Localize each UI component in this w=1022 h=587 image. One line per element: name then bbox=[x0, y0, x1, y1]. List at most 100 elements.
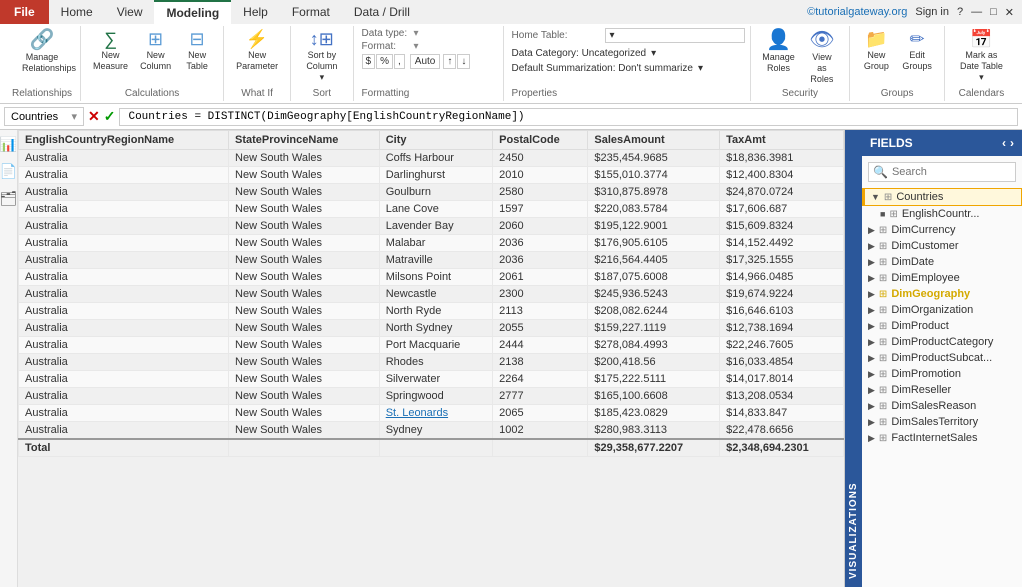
format-dropdown[interactable]: ▾ bbox=[414, 41, 419, 52]
percent-button[interactable]: % bbox=[376, 54, 393, 69]
visualizations-tab[interactable]: VISUALIZATIONS bbox=[845, 130, 862, 587]
field-item[interactable]: ▶⊞DimProductCategory bbox=[862, 334, 1022, 350]
table-cell: Australia bbox=[19, 201, 229, 218]
field-item[interactable]: ▶⊞FactInternetSales bbox=[862, 430, 1022, 446]
new-group-label: NewGroup bbox=[864, 50, 889, 72]
total-sales: $29,358,677.2207 bbox=[588, 439, 720, 457]
increase-decimals-button[interactable]: ↑ bbox=[443, 54, 456, 69]
comma-button[interactable]: , bbox=[394, 54, 405, 69]
field-expand-arrow: ▶ bbox=[868, 321, 875, 332]
field-table-icon: ⊞ bbox=[889, 209, 897, 220]
table-cell: St. Leonards bbox=[379, 405, 492, 422]
data-type-label: Data type: bbox=[362, 28, 412, 39]
table-area: EnglishCountryRegionName StateProvinceNa… bbox=[18, 130, 844, 587]
home-table-dropdown[interactable]: ▾ bbox=[605, 28, 745, 43]
field-item[interactable]: ▶⊞DimProduct bbox=[862, 318, 1022, 334]
search-box[interactable]: 🔍 bbox=[868, 162, 1016, 182]
field-item[interactable]: ▶⊞DimProductSubcat... bbox=[862, 350, 1022, 366]
table-row: AustraliaNew South WalesMilsons Point206… bbox=[19, 269, 844, 286]
field-item[interactable]: ▶⊞DimGeography bbox=[862, 286, 1022, 302]
window-restore[interactable]: □ bbox=[990, 6, 997, 18]
fields-arrow-right[interactable]: › bbox=[1010, 136, 1014, 150]
field-item[interactable]: ▼⊞Countries bbox=[862, 188, 1022, 206]
field-item-name: DimOrganization bbox=[891, 304, 973, 316]
formula-cancel-icon[interactable]: ✕ bbox=[88, 108, 100, 125]
field-item[interactable]: ▶⊞DimSalesTerritory bbox=[862, 414, 1022, 430]
edit-groups-button[interactable]: ✏ EditGroups bbox=[898, 28, 936, 74]
new-column-button[interactable]: ⊞ NewColumn bbox=[136, 28, 175, 74]
field-item[interactable]: ■⊞EnglishCountr... bbox=[862, 206, 1022, 222]
currency-button[interactable]: $ bbox=[362, 54, 376, 69]
field-item-name: DimPromotion bbox=[891, 368, 961, 380]
field-item[interactable]: ▶⊞DimCurrency bbox=[862, 222, 1022, 238]
report-view-icon[interactable]: 📄 bbox=[0, 161, 19, 182]
field-item[interactable]: ▶⊞DimOrganization bbox=[862, 302, 1022, 318]
field-item[interactable]: ▶⊞DimDate bbox=[862, 254, 1022, 270]
table-cell: $165,100.6608 bbox=[588, 388, 720, 405]
data-table: EnglishCountryRegionName StateProvinceNa… bbox=[18, 130, 844, 457]
fields-arrow-left[interactable]: ‹ bbox=[1002, 136, 1006, 150]
table-scroll[interactable]: EnglishCountryRegionName StateProvinceNa… bbox=[18, 130, 844, 587]
table-cell: Rhodes bbox=[379, 354, 492, 371]
field-item[interactable]: ▶⊞DimPromotion bbox=[862, 366, 1022, 382]
help-icon[interactable]: ? bbox=[957, 6, 963, 18]
sign-in-button[interactable]: Sign in bbox=[915, 6, 949, 18]
home-tab[interactable]: Home bbox=[49, 0, 105, 24]
format-tab[interactable]: Format bbox=[280, 0, 342, 24]
field-table-icon: ⊞ bbox=[879, 273, 887, 284]
file-tab[interactable]: File bbox=[0, 0, 49, 24]
view-tab[interactable]: View bbox=[105, 0, 155, 24]
sort-by-column-button[interactable]: ↕⊞ Sort byColumn ▾ bbox=[299, 28, 344, 84]
field-item-name: DimCurrency bbox=[891, 224, 955, 236]
formula-input[interactable]: Countries = DISTINCT(DimGeography[Englis… bbox=[119, 108, 1018, 126]
data-drill-tab[interactable]: Data / Drill bbox=[342, 0, 422, 24]
app-container: File Home View Modeling Help Format Data… bbox=[0, 0, 1022, 587]
summarization-arrow[interactable]: ▾ bbox=[698, 63, 703, 74]
total-empty-city bbox=[379, 439, 492, 457]
table-cell: New South Wales bbox=[229, 184, 380, 201]
window-minimize[interactable]: — bbox=[971, 6, 982, 18]
field-item[interactable]: ▶⊞DimSalesReason bbox=[862, 398, 1022, 414]
sort-group: ↕⊞ Sort byColumn ▾ Sort bbox=[291, 26, 353, 101]
view-as-roles-button[interactable]: 👁 View asRoles bbox=[803, 28, 842, 86]
mark-as-date-table-button[interactable]: 📅 Mark asDate Table ▾ bbox=[953, 28, 1010, 84]
data-category-arrow[interactable]: ▾ bbox=[651, 48, 656, 59]
new-measure-button[interactable]: ∑ NewMeasure bbox=[89, 28, 132, 74]
field-item[interactable]: ▶⊞DimReseller bbox=[862, 382, 1022, 398]
table-cell: $22,478.6656 bbox=[720, 422, 844, 440]
modeling-tab[interactable]: Modeling bbox=[154, 0, 231, 24]
formula-confirm-icon[interactable]: ✓ bbox=[104, 108, 116, 125]
table-cell: New South Wales bbox=[229, 388, 380, 405]
auto-selector[interactable]: Auto bbox=[410, 54, 441, 69]
table-cell: Matraville bbox=[379, 252, 492, 269]
data-type-dropdown[interactable]: ▾ bbox=[414, 28, 419, 39]
model-view-icon[interactable]: 🗂 bbox=[0, 188, 19, 209]
summarization-label: Default Summarization: Don't summarize bbox=[512, 63, 693, 74]
properties-controls: Home Table: ▾ Data Category: Uncategoriz… bbox=[512, 28, 745, 74]
data-view-icon[interactable]: 📊 bbox=[0, 134, 19, 155]
search-input[interactable] bbox=[892, 166, 1011, 178]
col-header-city: City bbox=[379, 131, 492, 150]
field-item-name: DimCustomer bbox=[891, 240, 958, 252]
decrease-decimals-button[interactable]: ↓ bbox=[457, 54, 470, 69]
table-cell: 2580 bbox=[493, 184, 588, 201]
field-expand-arrow: ▶ bbox=[868, 401, 875, 412]
new-group-button[interactable]: 📁 NewGroup bbox=[858, 28, 894, 74]
table-cell: New South Wales bbox=[229, 337, 380, 354]
fields-title: FIELDS bbox=[870, 136, 913, 150]
table-cell: $235,454.9685 bbox=[588, 150, 720, 167]
auto-dropdown[interactable]: Auto bbox=[410, 54, 441, 69]
help-tab[interactable]: Help bbox=[231, 0, 280, 24]
calculations-items: ∑ NewMeasure ⊞ NewColumn ⊟ NewTable bbox=[89, 28, 215, 86]
new-table-button[interactable]: ⊟ NewTable bbox=[179, 28, 215, 74]
manage-roles-button[interactable]: 👤 ManageRoles bbox=[759, 28, 799, 76]
table-selector[interactable]: Countries ▾ bbox=[4, 107, 84, 126]
new-parameter-button[interactable]: ⚡ NewParameter bbox=[232, 28, 282, 74]
view-as-roles-label: View asRoles bbox=[807, 52, 838, 84]
table-cell: $208,082.6244 bbox=[588, 303, 720, 320]
field-item[interactable]: ▶⊞DimCustomer bbox=[862, 238, 1022, 254]
window-close[interactable]: ✕ bbox=[1005, 6, 1014, 19]
manage-relationships-button[interactable]: 🔗 ManageRelationships bbox=[18, 28, 66, 76]
field-item[interactable]: ▶⊞DimEmployee bbox=[862, 270, 1022, 286]
sort-by-column-label: Sort byColumn ▾ bbox=[303, 50, 340, 82]
